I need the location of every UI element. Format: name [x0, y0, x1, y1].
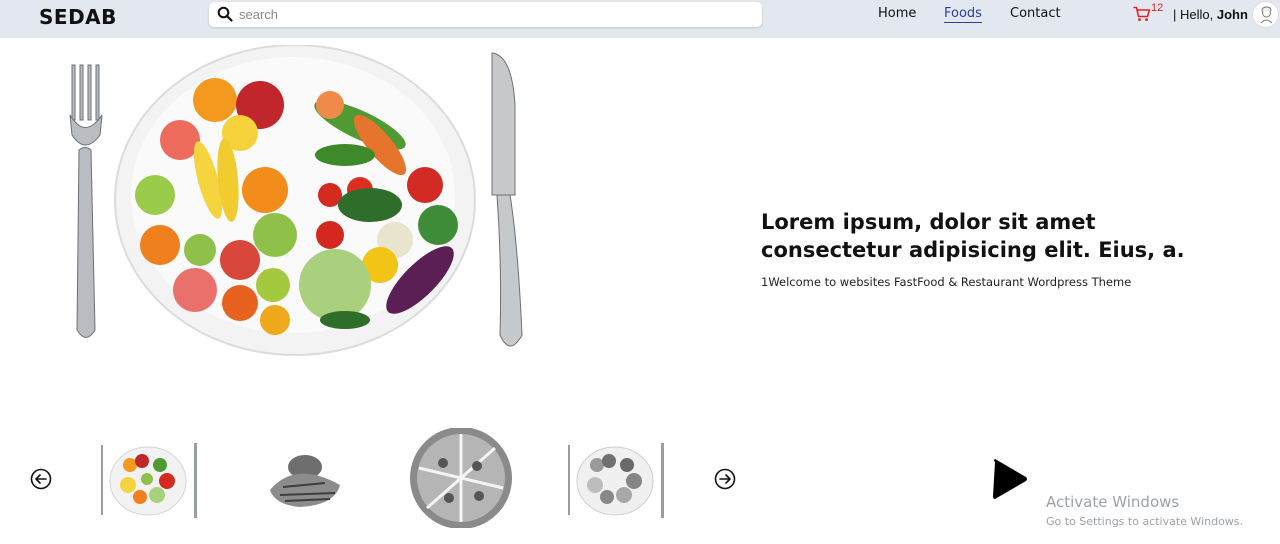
- thumbnail-plate-grayscale[interactable]: [562, 435, 672, 535]
- search-icon: [217, 6, 233, 22]
- hero-title: Lorem ipsum, dolor sit amet consectetur …: [761, 210, 1185, 262]
- top-header: SEDAB Home Foods Contact 12 | Hello, Joh…: [0, 0, 1280, 38]
- thumbnail-pizza[interactable]: [405, 428, 515, 528]
- user-name[interactable]: John: [1217, 7, 1248, 22]
- thumbnail-food-pile[interactable]: [255, 435, 365, 535]
- activate-windows-watermark: Activate Windows Go to Settings to activ…: [1046, 493, 1243, 528]
- nav-contact[interactable]: Contact: [1010, 6, 1061, 21]
- arrow-right-circle-icon[interactable]: [714, 468, 736, 490]
- play-icon[interactable]: [992, 459, 1028, 499]
- watermark-title: Activate Windows: [1046, 493, 1180, 511]
- search-bar[interactable]: [209, 2, 762, 27]
- watermark-subtitle: Go to Settings to activate Windows.: [1046, 515, 1244, 528]
- thumbnail-plate-color[interactable]: [95, 435, 205, 535]
- arrow-left-circle-icon[interactable]: [30, 468, 52, 490]
- brand-logo[interactable]: SEDAB: [39, 5, 117, 29]
- nav-foods[interactable]: Foods: [944, 6, 982, 23]
- cart-icon[interactable]: [1133, 6, 1151, 22]
- search-input[interactable]: [239, 5, 749, 24]
- hero-subtitle: 1Welcome to websites FastFood & Restaura…: [761, 275, 1132, 289]
- greeting-text: | Hello,: [1173, 7, 1214, 22]
- user-greeting: | Hello, John: [1173, 7, 1248, 22]
- hero-plate-image: [69, 45, 523, 356]
- avatar-chef-icon: [1260, 6, 1273, 24]
- cart-count-badge: 12: [1151, 2, 1164, 14]
- nav-home[interactable]: Home: [878, 6, 916, 21]
- user-avatar[interactable]: [1252, 1, 1279, 28]
